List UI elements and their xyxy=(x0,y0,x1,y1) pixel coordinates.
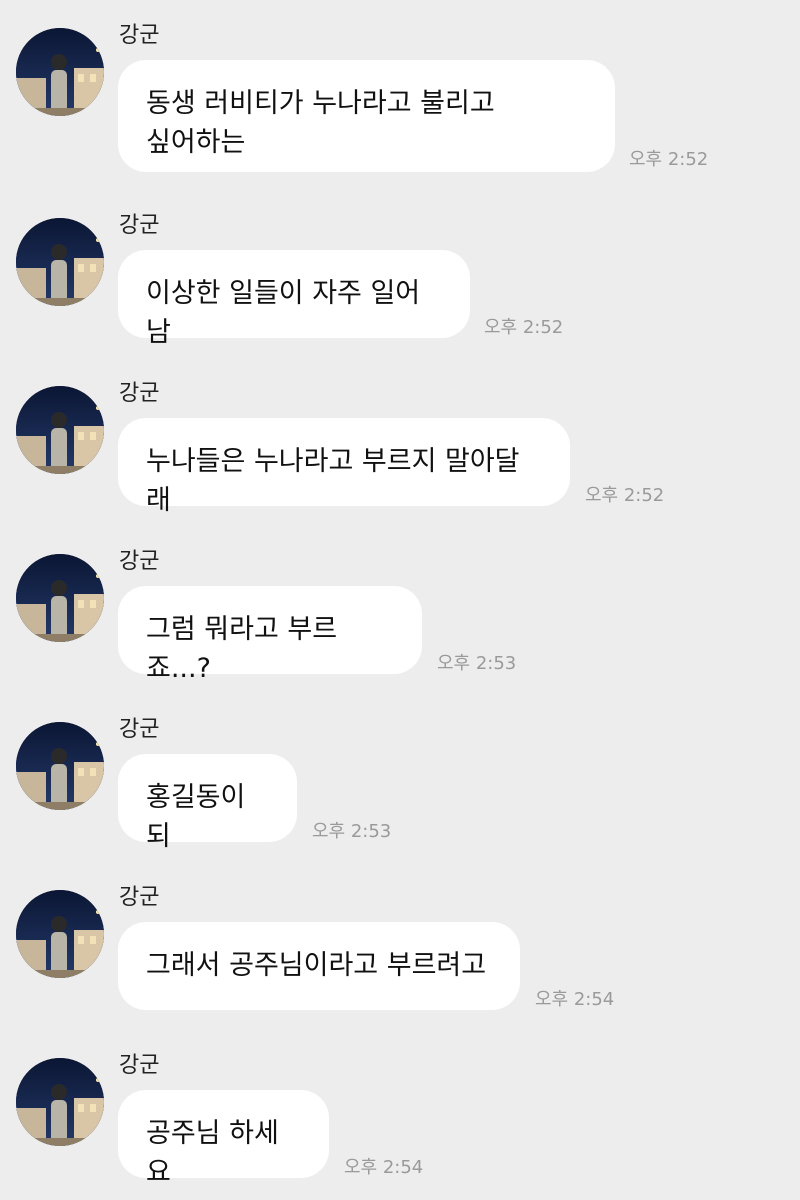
message-group: 강군 그래서 공주님이라고 부르려고 오후 2:54 xyxy=(0,862,800,1022)
avatar-photo-icon xyxy=(16,554,104,642)
message-time: 오후 2:52 xyxy=(585,485,665,506)
message-bubble[interactable]: 홍길동이되 xyxy=(118,754,297,852)
sender-name: 강군 xyxy=(119,885,160,910)
message-time: 오후 2:53 xyxy=(437,653,517,674)
avatar[interactable] xyxy=(16,218,104,306)
message-bubble[interactable]: 누나들은 누나라고 부르지 말아달래 xyxy=(118,418,570,516)
avatar-photo-icon xyxy=(16,218,104,306)
sender-name: 강군 xyxy=(119,23,160,48)
sender-name: 강군 xyxy=(119,717,160,742)
message-time: 오후 2:54 xyxy=(535,989,615,1010)
avatar[interactable] xyxy=(16,722,104,810)
avatar-photo-icon xyxy=(16,1058,104,1146)
message-time: 오후 2:54 xyxy=(344,1157,424,1178)
message-bubble[interactable]: 이상한 일들이 자주 일어남 xyxy=(118,250,470,348)
sender-name: 강군 xyxy=(119,381,160,406)
avatar[interactable] xyxy=(16,890,104,978)
message-group: 강군 홍길동이되 오후 2:53 xyxy=(0,694,800,854)
sender-name: 강군 xyxy=(119,213,160,238)
avatar[interactable] xyxy=(16,554,104,642)
avatar[interactable] xyxy=(16,1058,104,1146)
avatar-photo-icon xyxy=(16,722,104,810)
sender-name: 강군 xyxy=(119,1053,160,1078)
message-group: 강군 그럼 뭐라고 부르죠...? 오후 2:53 xyxy=(0,526,800,686)
message-time: 오후 2:52 xyxy=(629,149,709,170)
message-group: 강군 이상한 일들이 자주 일어남 오후 2:52 xyxy=(0,190,800,350)
avatar[interactable] xyxy=(16,386,104,474)
message-group: 강군 누나들은 누나라고 부르지 말아달래 오후 2:52 xyxy=(0,358,800,518)
message-bubble[interactable]: 그럼 뭐라고 부르죠...? xyxy=(118,586,422,684)
avatar-photo-icon xyxy=(16,28,104,116)
message-group: 강군 동생 러비티가 누나라고 불리고 싶어하는 오후 2:52 xyxy=(0,0,800,172)
message-bubble[interactable]: 공주님 하세요 xyxy=(118,1090,329,1188)
avatar-photo-icon xyxy=(16,386,104,474)
sender-name: 강군 xyxy=(119,549,160,574)
avatar-photo-icon xyxy=(16,890,104,978)
message-bubble[interactable]: 동생 러비티가 누나라고 불리고 싶어하는 xyxy=(118,60,615,172)
message-time: 오후 2:52 xyxy=(484,317,564,338)
message-group: 강군 공주님 하세요 오후 2:54 xyxy=(0,1030,800,1190)
message-time: 오후 2:53 xyxy=(312,821,392,842)
chat-room[interactable]: 강군 동생 러비티가 누나라고 불리고 싶어하는 오후 2:52 강군 이상한 … xyxy=(0,0,800,1200)
message-bubble[interactable]: 그래서 공주님이라고 부르려고 xyxy=(118,922,520,1010)
avatar[interactable] xyxy=(16,28,104,116)
